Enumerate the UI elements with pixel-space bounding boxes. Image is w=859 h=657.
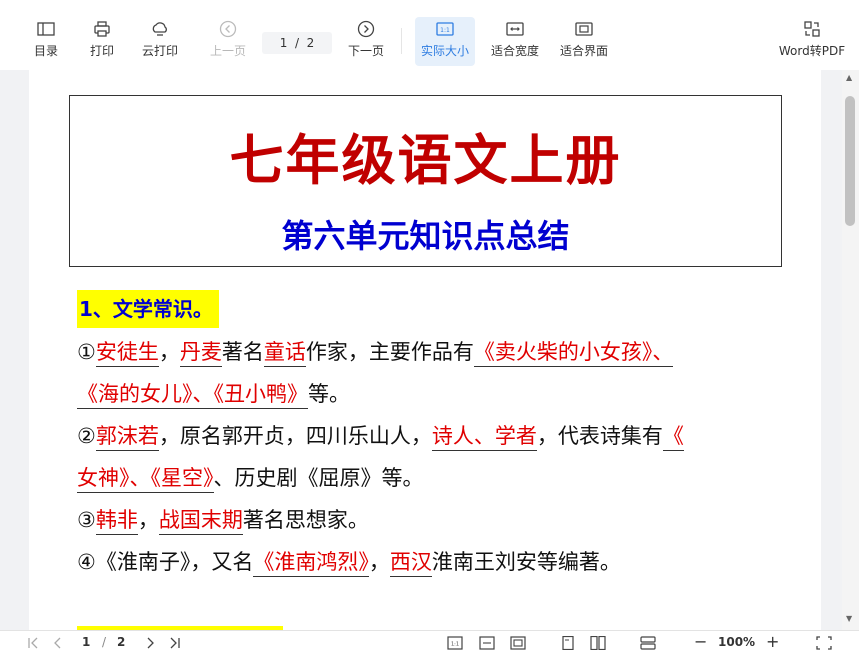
text-run: ① bbox=[77, 340, 96, 364]
toc-button[interactable]: 目录 bbox=[30, 20, 62, 59]
answer-text: 《海的女儿》、《丑小鸭》 bbox=[77, 382, 308, 409]
answer-text: 丹麦 bbox=[179, 340, 222, 367]
text-run: ，原名郭开贞，四川乐山人， bbox=[158, 424, 432, 448]
text-line-4: 女神》、《星空》、历史剧《屈原》等。 bbox=[77, 463, 424, 493]
title-box: 七年级语文上册 第六单元知识点总结 bbox=[69, 95, 782, 267]
footer-page-total: 2 bbox=[117, 635, 126, 649]
status-bar: 1 / 2 1:1 − 100% + bbox=[0, 630, 859, 657]
text-run: ， bbox=[368, 550, 390, 574]
answer-text: 西汉 bbox=[389, 550, 432, 577]
toc-icon bbox=[37, 22, 55, 36]
text-run: ，代表诗集有 bbox=[536, 424, 663, 448]
answer-text: 女神》、《星空》 bbox=[77, 466, 214, 493]
text-line-5: ③韩非，战国末期著名思想家。 bbox=[77, 505, 369, 535]
text-run: 作家，主要作品有 bbox=[305, 340, 474, 364]
text-run: ， bbox=[137, 508, 159, 532]
prev-page-button[interactable]: 上一页 bbox=[208, 20, 248, 59]
fit-window-label: 适合界面 bbox=[559, 44, 608, 58]
printer-icon bbox=[94, 21, 110, 37]
page-separator: / bbox=[291, 36, 303, 50]
scroll-up-arrow-icon[interactable]: ▲ bbox=[846, 73, 852, 82]
scrollbar-thumb[interactable] bbox=[845, 96, 855, 226]
print-button[interactable]: 打印 bbox=[86, 20, 118, 59]
cloud-print-label: 云打印 bbox=[141, 44, 178, 58]
answer-text: 诗人、学者 bbox=[431, 424, 537, 451]
next-page-button[interactable]: 下一页 bbox=[346, 20, 386, 59]
text-run: 淮南王刘安等编著。 bbox=[431, 550, 621, 574]
page-total: 2 bbox=[306, 36, 315, 50]
document-page: 七年级语文上册 第六单元知识点总结 1、文学常识。 ①安徒生，丹麦著名童话作家，… bbox=[29, 70, 821, 630]
footer-page-separator: / bbox=[102, 635, 107, 649]
page-current: 1 bbox=[279, 36, 288, 50]
toc-label: 目录 bbox=[33, 44, 58, 58]
zoom-in-icon[interactable]: + bbox=[766, 632, 779, 651]
text-run: 等。 bbox=[308, 382, 350, 406]
fit-window-icon bbox=[575, 22, 593, 36]
zoom-out-icon[interactable]: − bbox=[694, 632, 707, 651]
document-viewer: 七年级语文上册 第六单元知识点总结 1、文学常识。 ①安徒生，丹麦著名童话作家，… bbox=[0, 70, 859, 630]
text-run: ② bbox=[77, 424, 96, 448]
fit-width-button[interactable]: 适合宽度 bbox=[489, 20, 541, 59]
word-to-pdf-button[interactable]: Word转PDF bbox=[778, 20, 846, 59]
scroll-down-arrow-icon[interactable]: ▼ bbox=[846, 614, 852, 623]
next-page-label: 下一页 bbox=[347, 44, 384, 58]
prev-page-label: 上一页 bbox=[209, 44, 246, 58]
answer-text: 《 bbox=[662, 424, 684, 451]
two-page-icon[interactable] bbox=[590, 636, 606, 650]
fit-width-icon[interactable] bbox=[479, 636, 495, 650]
page-indicator[interactable]: 1 / 2 bbox=[262, 32, 332, 54]
actual-size-button[interactable]: 1:1 实际大小 bbox=[415, 17, 475, 66]
fit-width-label: 适合宽度 bbox=[490, 44, 539, 58]
answer-text: 《淮南鸿烈》 bbox=[253, 550, 369, 577]
text-line-2: 《海的女儿》、《丑小鸭》等。 bbox=[77, 379, 350, 409]
text-line-6: ④《淮南子》，又名《淮南鸿烈》，西汉淮南王刘安等编著。 bbox=[77, 547, 621, 577]
text-line-1: ①安徒生，丹麦著名童话作家，主要作品有《卖火柴的小女孩》、 bbox=[77, 337, 674, 367]
text-run: 著名思想家。 bbox=[242, 508, 369, 532]
chevron-right-circle-icon bbox=[357, 20, 375, 38]
answer-text: 战国末期 bbox=[158, 508, 243, 535]
print-label: 打印 bbox=[89, 44, 114, 58]
actual-size-label: 实际大小 bbox=[420, 44, 469, 58]
fullscreen-icon[interactable] bbox=[816, 636, 832, 650]
text-run: ， bbox=[158, 340, 180, 364]
cloud-print-button[interactable]: 云打印 bbox=[138, 20, 182, 59]
last-page-icon[interactable] bbox=[166, 636, 182, 650]
first-page-icon[interactable] bbox=[26, 636, 42, 650]
section-heading: 1、文学常识。 bbox=[77, 290, 219, 328]
fit-width-icon bbox=[506, 22, 524, 36]
word-to-pdf-label: Word转PDF bbox=[778, 44, 846, 58]
continuous-scroll-icon[interactable] bbox=[640, 636, 656, 650]
prev-page-icon[interactable] bbox=[50, 636, 66, 650]
answer-text: 安徒生 bbox=[95, 340, 159, 367]
chevron-left-circle-icon bbox=[219, 20, 237, 38]
cloud-print-icon bbox=[152, 22, 167, 36]
text-run: 、历史剧《屈原》等。 bbox=[213, 466, 424, 490]
toolbar: 目录 打印 云打印 上一页 1 / 2 下一页 1:1 实际大小 适合宽度 适合… bbox=[0, 0, 859, 70]
answer-text: 《卖火柴的小女孩》、 bbox=[473, 340, 674, 367]
text-run: ④《淮南子》，又名 bbox=[77, 550, 254, 574]
answer-text: 韩非 bbox=[95, 508, 138, 535]
text-run: 著名 bbox=[221, 340, 264, 364]
convert-icon bbox=[804, 21, 820, 37]
text-run: ③ bbox=[77, 508, 96, 532]
actual-size-icon: 1:1 bbox=[436, 22, 454, 36]
svg-text:1:1: 1:1 bbox=[440, 27, 450, 34]
answer-text: 郭沫若 bbox=[95, 424, 159, 451]
document-title: 七年级语文上册 bbox=[229, 128, 622, 192]
next-page-icon[interactable] bbox=[142, 636, 158, 650]
fit-window-button[interactable]: 适合界面 bbox=[558, 20, 610, 59]
toolbar-divider bbox=[401, 28, 402, 54]
zoom-level[interactable]: 100% bbox=[718, 635, 755, 649]
text-line-3: ②郭沫若，原名郭开贞，四川乐山人，诗人、学者，代表诗集有《 bbox=[77, 421, 684, 451]
answer-text: 童话 bbox=[263, 340, 306, 367]
svg-text:1:1: 1:1 bbox=[451, 642, 459, 648]
single-page-icon[interactable] bbox=[560, 636, 576, 650]
document-subtitle: 第六单元知识点总结 bbox=[281, 217, 570, 255]
footer-page-current[interactable]: 1 bbox=[82, 635, 90, 649]
actual-size-icon[interactable]: 1:1 bbox=[447, 636, 463, 650]
fit-window-icon[interactable] bbox=[510, 636, 526, 650]
